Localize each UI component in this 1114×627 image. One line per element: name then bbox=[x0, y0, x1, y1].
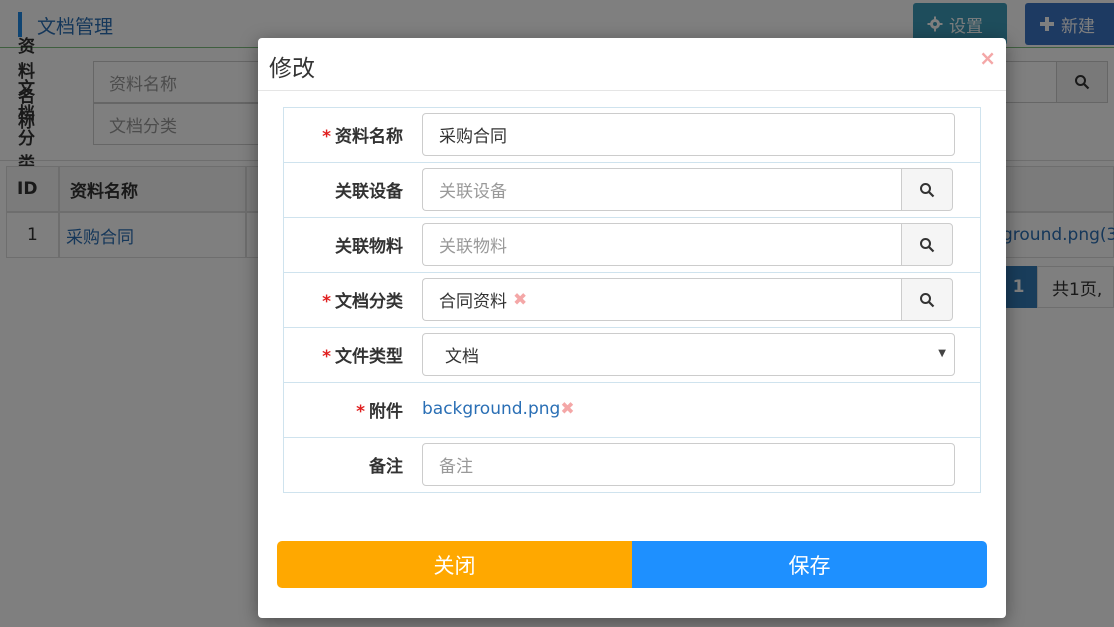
category-search-button[interactable] bbox=[901, 278, 953, 321]
field-label-name: * 资料名称 bbox=[322, 127, 403, 147]
search-icon bbox=[920, 237, 935, 252]
form-row-device: 关联设备 关联设备 bbox=[283, 163, 981, 218]
attachment-link[interactable]: background.png bbox=[422, 399, 560, 419]
modal-header: 修改 × bbox=[258, 38, 1006, 91]
caret-down-icon: ▼ bbox=[938, 348, 946, 359]
form-row-attachment: * 附件 background.png ✖ bbox=[283, 383, 981, 438]
field-label-device: 关联设备 bbox=[335, 182, 403, 202]
remark-input[interactable]: 备注 bbox=[422, 443, 955, 486]
remove-category-icon[interactable]: ✖ bbox=[513, 290, 527, 310]
category-tag: 合同资料 bbox=[439, 292, 507, 312]
modal-title: 修改 bbox=[269, 56, 315, 82]
form-row-material: 关联物料 关联物料 bbox=[283, 218, 981, 273]
field-label-material: 关联物料 bbox=[335, 237, 403, 257]
field-label-category: * 文档分类 bbox=[322, 292, 403, 312]
file-type-value: 文档 bbox=[445, 347, 479, 367]
close-button[interactable]: 关闭 bbox=[277, 541, 632, 588]
field-label-remark: 备注 bbox=[369, 457, 403, 477]
remove-attachment-icon[interactable]: ✖ bbox=[560, 399, 574, 419]
attachment-item: background.png ✖ bbox=[422, 399, 575, 419]
close-icon[interactable]: × bbox=[979, 46, 996, 70]
material-input[interactable]: 关联物料 bbox=[422, 223, 901, 266]
device-search-button[interactable] bbox=[901, 168, 953, 211]
form-row-file-type: * 文件类型 文档 ▼ bbox=[283, 328, 981, 383]
device-input[interactable]: 关联设备 bbox=[422, 168, 901, 211]
required-mark: * bbox=[322, 292, 331, 312]
field-label-file-type: * 文件类型 bbox=[322, 347, 403, 367]
form-row-category: * 文档分类 合同资料 ✖ bbox=[283, 273, 981, 328]
form-row-name: * 资料名称 采购合同 bbox=[283, 108, 981, 163]
material-search-button[interactable] bbox=[901, 223, 953, 266]
search-icon bbox=[920, 182, 935, 197]
required-mark: * bbox=[322, 347, 331, 367]
form-row-remark: 备注 备注 bbox=[283, 438, 981, 493]
material-input-group: 关联物料 bbox=[422, 223, 953, 266]
save-button[interactable]: 保存 bbox=[632, 541, 987, 588]
category-input-group: 合同资料 ✖ bbox=[422, 278, 953, 321]
edit-form: * 资料名称 采购合同 关联设备 关联设备 关联物料 关联物料 * 文档分类 合… bbox=[283, 107, 981, 493]
edit-modal: 修改 × * 资料名称 采购合同 关联设备 关联设备 关联物料 关联物料 * 文… bbox=[258, 38, 1006, 618]
field-label-attachment: * 附件 bbox=[356, 402, 403, 422]
category-input[interactable]: 合同资料 ✖ bbox=[422, 278, 901, 321]
required-mark: * bbox=[356, 402, 365, 422]
file-type-select[interactable]: 文档 ▼ bbox=[422, 333, 955, 376]
required-mark: * bbox=[322, 127, 331, 147]
device-input-group: 关联设备 bbox=[422, 168, 953, 211]
search-icon bbox=[920, 292, 935, 307]
name-input[interactable]: 采购合同 bbox=[422, 113, 955, 156]
